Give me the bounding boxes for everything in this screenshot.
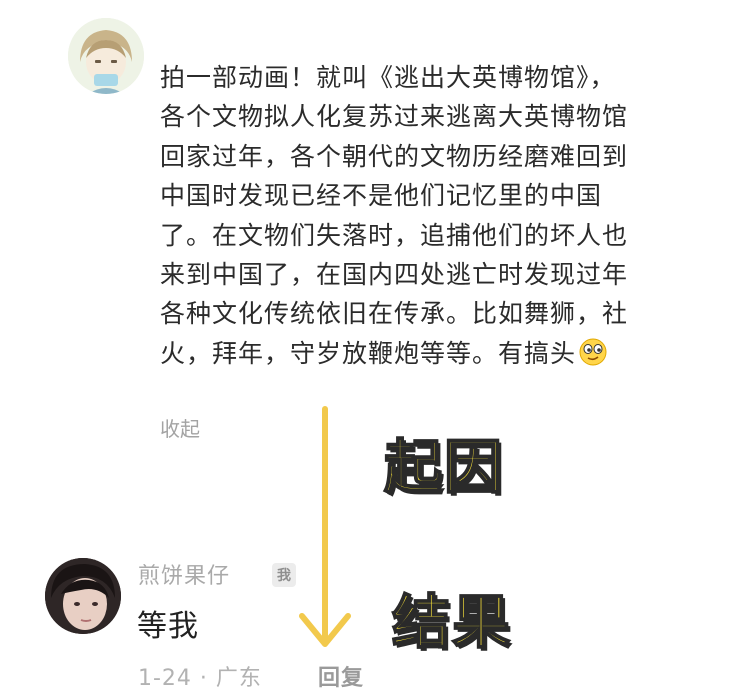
- commenter-avatar[interactable]: [68, 18, 144, 94]
- reply-avatar[interactable]: [45, 558, 121, 634]
- comment-text: 拍一部动画！就叫《逃出大英博物馆》， 各个文物拟人化复苏过来逃离大英博物馆 回家…: [160, 58, 720, 373]
- reply-username[interactable]: 煎饼果仔: [138, 558, 230, 590]
- comment-line: 回家过年，各个朝代的文物历经磨难回到: [160, 141, 629, 171]
- comment-line: 来到中国了，在国内四处逃亡时发现过年: [160, 260, 629, 290]
- comment-line: 中国时发现已经不是他们记忆里的中国: [160, 181, 603, 211]
- reply-button[interactable]: 回复: [318, 660, 364, 692]
- smirk-emoji-icon: [578, 337, 608, 367]
- me-badge: 我: [272, 563, 296, 587]
- comment-line-text: 火，拜年，守岁放鞭炮等等。有搞头: [160, 338, 577, 368]
- reply-meta: 1-24 · 广东: [138, 666, 262, 691]
- collapse-button[interactable]: 收起: [160, 413, 200, 442]
- comment-line-last: 火，拜年，守岁放鞭炮等等。有搞头: [160, 334, 720, 373]
- comment-line: 了。在文物们失落时，追捕他们的坏人也: [160, 220, 629, 250]
- reply-text: 等我: [137, 609, 199, 644]
- comment-line: 各种文化传统依旧在传承。比如舞狮，社: [160, 299, 629, 329]
- result-label: 结果: [391, 587, 513, 657]
- comment-line: 拍一部动画！就叫《逃出大英博物馆》，: [160, 63, 616, 92]
- down-arrow-icon: [299, 406, 351, 647]
- anime-avatar-icon: [68, 18, 144, 94]
- user-photo-avatar: [45, 558, 121, 634]
- cause-label: 起因: [383, 432, 505, 502]
- comment-line: 各个文物拟人化复苏过来逃离大英博物馆: [160, 102, 629, 132]
